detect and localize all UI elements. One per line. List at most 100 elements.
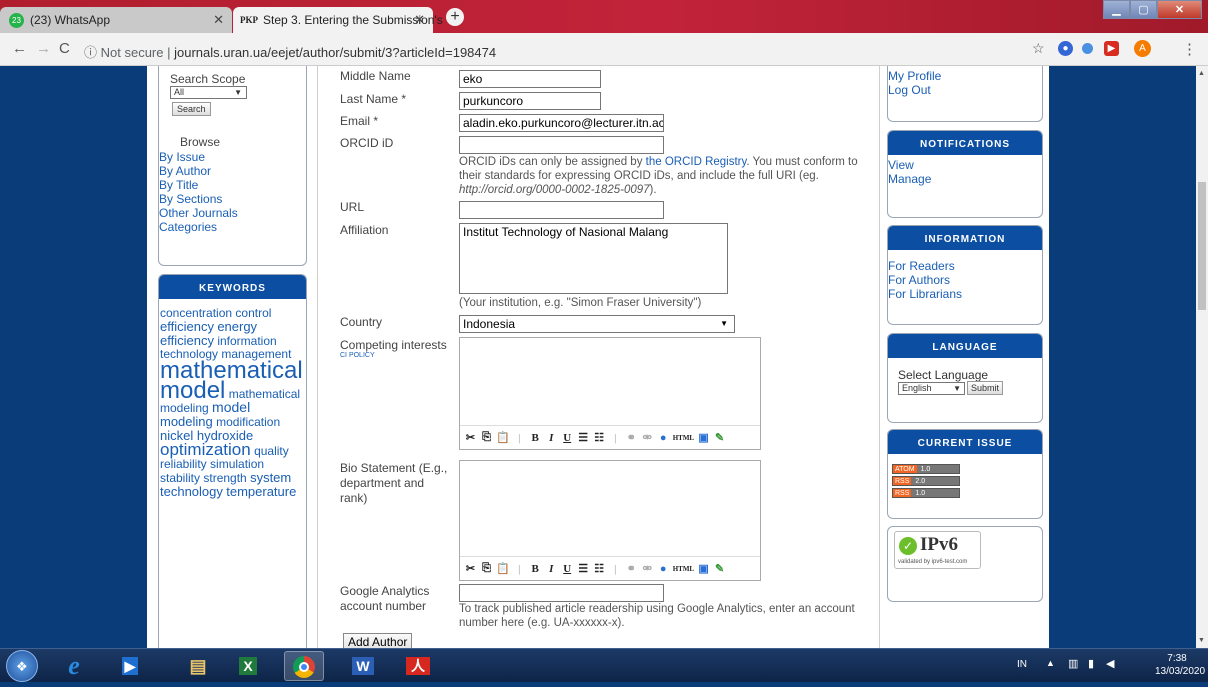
- link-icon[interactable]: ⚭: [625, 562, 638, 575]
- copy-icon[interactable]: ⎘: [480, 431, 493, 444]
- image-icon[interactable]: ▣: [697, 431, 710, 444]
- link-icon[interactable]: ⚭: [625, 431, 638, 444]
- tab-submission[interactable]: PKP Step 3. Entering the Submission's ✕: [233, 7, 443, 33]
- help-icon[interactable]: ●: [657, 563, 670, 575]
- user-link-log-out[interactable]: Log Out: [888, 83, 1042, 97]
- feed-badge[interactable]: ATOM 1.0: [892, 464, 960, 474]
- google-analytics-field[interactable]: [459, 584, 664, 602]
- keyword-link[interactable]: simulation: [210, 457, 264, 471]
- bold-icon[interactable]: B: [529, 563, 542, 575]
- cut-icon[interactable]: ✂: [464, 431, 477, 444]
- scrollbar-thumb[interactable]: [1198, 182, 1206, 310]
- fullscreen-icon[interactable]: ✎: [713, 562, 726, 575]
- fullscreen-icon[interactable]: ✎: [713, 431, 726, 444]
- file-explorer-icon[interactable]: ▤: [178, 651, 218, 681]
- bullet-list-icon[interactable]: ☰: [577, 562, 590, 575]
- show-hidden-icons-icon[interactable]: ▲: [1046, 658, 1055, 668]
- paste-icon[interactable]: 📋: [496, 562, 510, 575]
- media-icon[interactable]: ▶: [110, 651, 150, 681]
- keyword-link[interactable]: stability: [160, 471, 200, 485]
- minimize-button[interactable]: ▁: [1103, 0, 1130, 19]
- new-tab-button[interactable]: +: [446, 8, 464, 26]
- keyword-link[interactable]: efficiency: [160, 319, 214, 334]
- tab-whatsapp[interactable]: 23 (23) WhatsApp ✕: [0, 7, 232, 33]
- scroll-up-icon[interactable]: ▲: [1198, 70, 1205, 77]
- scroll-down-icon[interactable]: ▼: [1198, 637, 1205, 644]
- keyword-link[interactable]: quality: [254, 444, 289, 458]
- language-submit-button[interactable]: Submit: [967, 381, 1004, 395]
- keyword-link[interactable]: modeling: [160, 414, 213, 429]
- unlink-icon[interactable]: ⚮: [641, 431, 654, 444]
- signal-icon[interactable]: ▮: [1088, 657, 1094, 670]
- underline-icon[interactable]: U: [561, 563, 574, 575]
- forward-icon[interactable]: →: [36, 40, 51, 57]
- close-window-button[interactable]: ✕: [1157, 0, 1202, 19]
- browse-link-by-sections[interactable]: By Sections: [159, 192, 238, 206]
- back-icon[interactable]: ←: [12, 40, 27, 57]
- help-icon[interactable]: ●: [657, 432, 670, 444]
- feed-badge[interactable]: RSS 1.0: [892, 488, 960, 498]
- notifications-link-view[interactable]: View: [888, 158, 1042, 172]
- page-scrollbar[interactable]: ▲ ▼: [1196, 66, 1208, 648]
- maximize-button[interactable]: ▢: [1130, 0, 1157, 19]
- start-button[interactable]: ❖: [6, 650, 38, 682]
- image-icon[interactable]: ▣: [697, 562, 710, 575]
- keyword-link[interactable]: system: [250, 470, 291, 485]
- keyword-link[interactable]: modification: [216, 415, 280, 429]
- numbered-list-icon[interactable]: ☷: [593, 562, 606, 575]
- clock[interactable]: 7:38 13/03/2020: [1155, 652, 1205, 678]
- last-name-field[interactable]: purkuncoro: [459, 92, 601, 110]
- browse-link-by-author[interactable]: By Author: [159, 164, 238, 178]
- volume-icon[interactable]: ◀: [1106, 657, 1114, 670]
- bio-statement-editor[interactable]: ✂ ⎘ 📋 | B I U ☰ ☷ | ⚭ ⚮ ● HTML ▣ ✎: [459, 460, 761, 581]
- add-author-button[interactable]: Add Author: [343, 633, 413, 648]
- keyword-link[interactable]: control: [235, 306, 271, 320]
- keyword-link[interactable]: reliability: [160, 457, 207, 471]
- middle-name-field[interactable]: eko: [459, 70, 601, 88]
- browse-link-other-journals[interactable]: Other Journals: [159, 206, 238, 220]
- underline-icon[interactable]: U: [561, 432, 574, 444]
- information-link-for-readers[interactable]: For Readers: [888, 259, 1042, 273]
- browse-link-by-issue[interactable]: By Issue: [159, 150, 238, 164]
- browse-link-by-title[interactable]: By Title: [159, 178, 238, 192]
- user-link-my-profile[interactable]: My Profile: [888, 69, 1042, 83]
- search-scope-select[interactable]: All ▼: [170, 86, 247, 99]
- feed-badge[interactable]: RSS 2.0: [892, 476, 960, 486]
- keyword-link[interactable]: strength: [203, 471, 246, 485]
- keyword-link[interactable]: concentration: [160, 306, 232, 320]
- html-icon[interactable]: HTML: [673, 434, 694, 442]
- email-field[interactable]: aladin.eko.purkuncoro@lecturer.itn.ac: [459, 114, 664, 132]
- keyword-link[interactable]: technology: [160, 484, 223, 499]
- input-language-indicator[interactable]: IN: [1017, 659, 1027, 670]
- ci-policy-link[interactable]: CI POLICY: [340, 352, 375, 359]
- copy-icon[interactable]: ⎘: [480, 562, 493, 575]
- unlink-icon[interactable]: ⚮: [641, 562, 654, 575]
- info-icon[interactable]: ⓘ: [84, 45, 101, 60]
- country-select[interactable]: Indonesia ▼: [459, 315, 735, 333]
- url-field[interactable]: ⓘ Not secure | journals.uran.ua/eejet/au…: [84, 42, 496, 61]
- avatar[interactable]: A: [1134, 40, 1151, 57]
- url-input[interactable]: [459, 201, 664, 219]
- paste-icon[interactable]: 📋: [496, 431, 510, 444]
- network-icon[interactable]: ▥: [1068, 657, 1078, 670]
- competing-interests-editor[interactable]: ✂ ⎘ 📋 | B I U ☰ ☷ | ⚭ ⚮ ● HTML ▣ ✎: [459, 337, 761, 450]
- information-link-for-librarians[interactable]: For Librarians: [888, 287, 1042, 301]
- youtube-icon[interactable]: ▶: [1104, 41, 1119, 56]
- italic-icon[interactable]: I: [545, 563, 558, 575]
- orcid-field[interactable]: [459, 136, 664, 154]
- star-icon[interactable]: ☆: [1032, 40, 1045, 57]
- italic-icon[interactable]: I: [545, 432, 558, 444]
- acrobat-icon[interactable]: 人: [398, 651, 438, 681]
- ipv6-badge[interactable]: ✓ IPv6 validated by ipv6-test.com: [894, 531, 981, 569]
- reload-icon[interactable]: C: [59, 40, 70, 57]
- cut-icon[interactable]: ✂: [464, 562, 477, 575]
- keyword-link[interactable]: model: [212, 399, 250, 415]
- html-icon[interactable]: HTML: [673, 565, 694, 573]
- language-select[interactable]: English ▼: [898, 382, 965, 395]
- affiliation-textarea[interactable]: Institut Technology of Nasional Malang: [459, 223, 728, 294]
- bullet-list-icon[interactable]: ☰: [577, 431, 590, 444]
- numbered-list-icon[interactable]: ☷: [593, 431, 606, 444]
- menu-icon[interactable]: ⋮: [1182, 40, 1197, 58]
- close-icon[interactable]: ✕: [414, 12, 425, 28]
- information-link-for-authors[interactable]: For Authors: [888, 273, 1042, 287]
